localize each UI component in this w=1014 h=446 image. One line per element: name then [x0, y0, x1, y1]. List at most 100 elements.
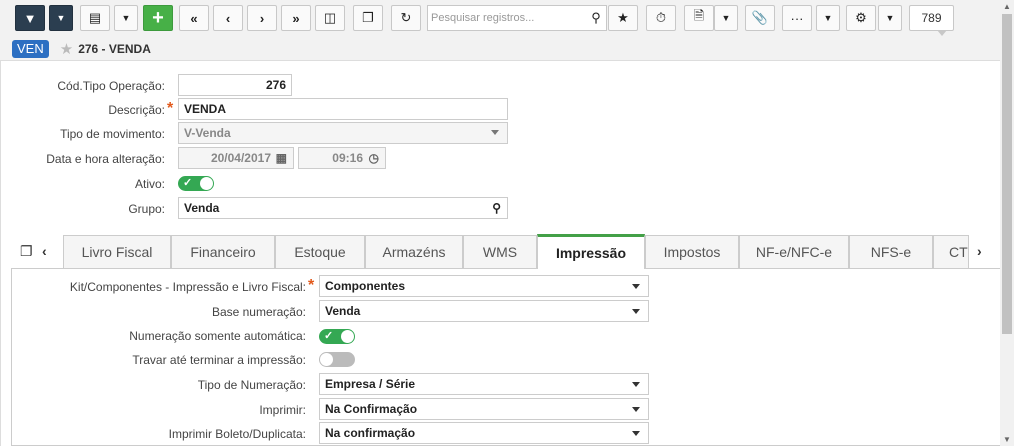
travar-toggle[interactable] — [319, 352, 355, 367]
vertical-scrollbar[interactable]: ▲ ▼ — [1000, 0, 1014, 446]
search-icon[interactable]: ⚲ — [586, 10, 606, 26]
chevron-down-icon — [632, 431, 640, 436]
ativo-label: Ativo: — [134, 177, 165, 191]
last-record-button[interactable]: » — [281, 5, 311, 31]
tab-nfe[interactable]: NF-e/NFC-e — [739, 235, 849, 268]
add-icon: + — [152, 6, 164, 29]
desc-field[interactable]: VENDA — [178, 98, 508, 120]
next-icon: › — [259, 10, 265, 26]
star-icon[interactable]: ★ — [60, 40, 73, 58]
cod-label: Cód.Tipo Operação: — [57, 79, 165, 93]
num-auto-toggle[interactable]: ✓ — [319, 329, 355, 344]
export-icon: 🗎 — [693, 8, 705, 23]
scrollbar-thumb[interactable] — [1002, 14, 1012, 334]
kit-value: Componentes — [325, 279, 406, 293]
kit-select[interactable]: Componentes — [319, 275, 649, 297]
chevron-down-icon: ▼ — [121, 13, 131, 23]
check-icon: ✓ — [324, 330, 334, 342]
view-dropdown-button[interactable]: ▼ — [114, 5, 138, 31]
time-value: 09:16 — [332, 151, 363, 165]
tipo-mov-value: V-Venda — [184, 126, 231, 140]
export-dropdown-button[interactable]: ▼ — [714, 5, 738, 31]
required-icon: * — [308, 277, 315, 294]
more-icon: ··· — [790, 10, 804, 26]
toggle-knob — [200, 177, 213, 190]
attach-button[interactable]: 📎 — [745, 5, 775, 31]
last-icon: » — [292, 10, 300, 26]
duplicate-button[interactable]: ❐ — [353, 5, 383, 31]
filter-dropdown-button[interactable]: ▼ — [49, 5, 73, 31]
attach-icon: 📎 — [751, 10, 769, 25]
boleto-label: Imprimir Boleto/Duplicata: — [168, 427, 306, 441]
chevron-down-icon: ▼ — [885, 13, 895, 23]
filter-button[interactable]: ▼ — [15, 5, 45, 31]
desc-label: Descrição: — [108, 103, 165, 117]
imprimir-select[interactable]: Na Confirmação — [319, 398, 649, 420]
grupo-value: Venda — [184, 201, 220, 215]
toggle-knob — [320, 353, 333, 366]
more-dropdown-button[interactable]: ▼ — [816, 5, 840, 31]
tab-estoque[interactable]: Estoque — [275, 235, 365, 268]
prev-icon: ‹ — [225, 10, 231, 26]
tab-impressao[interactable]: Impressão — [537, 234, 645, 269]
refresh-button[interactable]: ↻ — [391, 5, 421, 31]
settings-button[interactable]: ⚙ — [846, 5, 876, 31]
favorite-button[interactable]: ★ — [608, 5, 638, 31]
search-box[interactable]: Pesquisar registros... ⚲ — [427, 5, 607, 31]
calendar-icon[interactable]: ▦ — [276, 151, 287, 165]
tab-ct[interactable]: CT — [933, 235, 969, 268]
filter-icon: ▼ — [23, 10, 37, 26]
chevron-down-icon — [632, 284, 640, 289]
tab-bar: Livro Fiscal Financeiro Estoque Armazéns… — [11, 234, 1001, 269]
tipo-mov-select[interactable]: V-Venda — [178, 122, 508, 144]
imprimir-label: Imprimir: — [259, 403, 306, 417]
timer-button[interactable]: ⏱ — [646, 5, 676, 31]
add-button[interactable]: + — [143, 5, 173, 31]
toolbar: ▼ ▼ ▤ ▼ + « ‹ › » ◫ ❐ ↻ Pesquisar regist… — [0, 0, 1000, 37]
more-button[interactable]: ··· — [782, 5, 812, 31]
scroll-down-icon[interactable]: ▼ — [1003, 435, 1011, 444]
search-icon[interactable]: ⚲ — [492, 201, 501, 215]
tab-nfse[interactable]: NFS-e — [849, 235, 933, 268]
chevron-down-icon — [632, 382, 640, 387]
next-record-button[interactable]: › — [247, 5, 277, 31]
record-form: Cód.Tipo Operação: 276 Descrição: * VEND… — [0, 61, 1001, 446]
chevron-down-icon: ▼ — [823, 13, 833, 23]
check-icon: ✓ — [183, 177, 193, 189]
clock-icon[interactable]: ◷ — [369, 151, 379, 165]
settings-dropdown-button[interactable]: ▼ — [878, 5, 902, 31]
date-value: 20/04/2017 — [210, 151, 271, 165]
date-field[interactable]: 20/04/2017 ▦ — [178, 147, 294, 169]
copy-icon: ❐ — [362, 10, 374, 25]
tab-wms[interactable]: WMS — [463, 235, 537, 268]
base-select[interactable]: Venda — [319, 300, 649, 322]
grid-icon: ▤ — [88, 10, 102, 25]
delete-button[interactable]: ◫ — [315, 5, 345, 31]
first-record-button[interactable]: « — [179, 5, 209, 31]
export-button[interactable]: 🗎 — [684, 5, 714, 31]
ativo-toggle[interactable]: ✓ — [178, 176, 214, 191]
tipo-num-select[interactable]: Empresa / Série — [319, 373, 649, 395]
time-field[interactable]: 09:16 ◷ — [298, 147, 386, 169]
tipo-num-value: Empresa / Série — [325, 377, 416, 391]
page-title: 276 - VENDA — [78, 41, 151, 56]
toggle-knob — [341, 330, 354, 343]
scroll-up-icon[interactable]: ▲ — [1003, 2, 1011, 11]
first-icon: « — [190, 10, 198, 26]
grupo-field[interactable]: Venda ⚲ — [178, 197, 508, 219]
grid-view-button[interactable]: ▤ — [80, 5, 110, 31]
boleto-select[interactable]: Na confirmação — [319, 422, 649, 444]
tab-livro-fiscal[interactable]: Livro Fiscal — [63, 235, 171, 268]
search-input[interactable]: Pesquisar registros... — [431, 12, 586, 24]
tab-financeiro[interactable]: Financeiro — [171, 235, 275, 268]
kit-label: Kit/Componentes - Impressão e Livro Fisc… — [69, 280, 306, 294]
tab-armazens[interactable]: Armazéns — [365, 235, 463, 268]
prev-record-button[interactable]: ‹ — [213, 5, 243, 31]
record-title-bar: VEN ★ 276 - VENDA — [0, 37, 1000, 61]
cod-field[interactable]: 276 — [178, 74, 292, 96]
timer-icon: ⏱ — [655, 10, 667, 25]
record-counter: 789 — [909, 5, 954, 36]
base-value: Venda — [325, 304, 361, 318]
tab-impostos[interactable]: Impostos — [645, 235, 739, 268]
data-label: Data e hora alteração: — [46, 152, 165, 166]
